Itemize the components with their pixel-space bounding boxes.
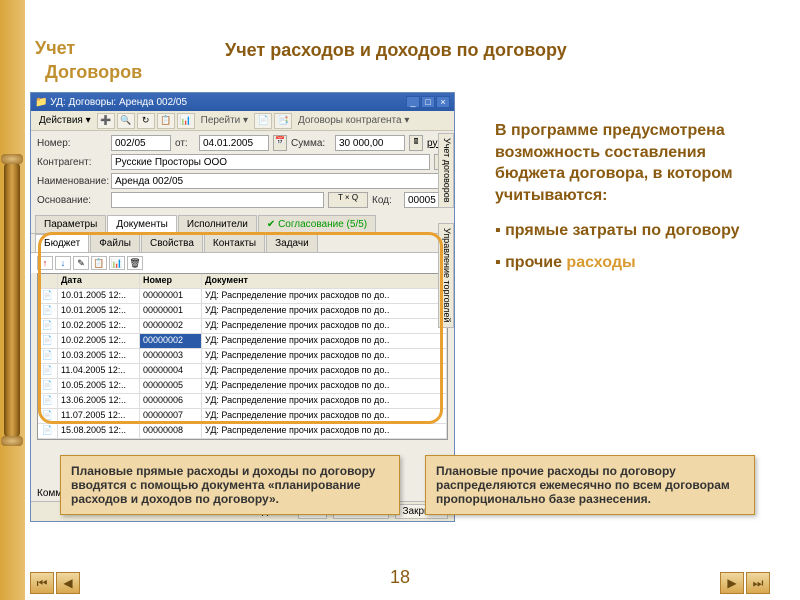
form-header: Номер: 002/05 от: 04.01.2005 📅 Сумма: 30…: [31, 131, 454, 215]
toolbar: Действия ▾ ➕ 🔍 ↻ 📋 📊 Перейти ▾ 📄 📑 Догов…: [31, 111, 454, 131]
basis-field[interactable]: [111, 192, 324, 208]
table-row[interactable]: 📄15.08.2005 12:..00000008УД: Распределен…: [38, 424, 447, 439]
nav-left: ⏮ ◀: [30, 572, 80, 594]
maximize-icon[interactable]: □: [421, 96, 435, 108]
side-title-2: Договоров: [45, 62, 142, 83]
tab-params[interactable]: Параметры: [35, 215, 106, 233]
toolbar-btn[interactable]: 📑: [274, 113, 292, 129]
tab-approval[interactable]: ✔ Согласование (5/5): [258, 215, 376, 233]
actions-menu[interactable]: Действия ▾: [35, 115, 95, 126]
callout-left: Плановые прямые расходы и доходы по дого…: [60, 455, 400, 515]
prev-slide-button[interactable]: ◀: [56, 572, 80, 594]
contractor-field[interactable]: Русские Просторы ООО: [111, 154, 430, 170]
number-field[interactable]: 002/05: [111, 135, 171, 151]
nav-right: ▶ ⏭: [720, 572, 770, 594]
goto-menu[interactable]: Перейти ▾: [197, 115, 252, 126]
name-label: Наименование:: [37, 176, 107, 187]
date-field[interactable]: 04.01.2005: [199, 135, 269, 151]
basis-label: Основание:: [37, 195, 107, 206]
toolbar-btn[interactable]: 📊: [177, 113, 195, 129]
window-title: УД: Договоры: Аренда 002/05: [50, 97, 187, 108]
side-title-1: Учет: [35, 38, 75, 59]
highlight-annotation: [38, 232, 443, 424]
toolbar-btn[interactable]: 📄: [254, 113, 272, 129]
toolbar-btn[interactable]: ➕: [97, 113, 115, 129]
code-label: Код:: [372, 195, 400, 206]
page-number: 18: [0, 567, 800, 588]
first-slide-button[interactable]: ⏮: [30, 572, 54, 594]
sum-label: Сумма:: [291, 138, 331, 149]
toolbar-btn[interactable]: ↻: [137, 113, 155, 129]
ornament-handle: [4, 160, 20, 440]
close-icon[interactable]: ×: [436, 96, 450, 108]
window-controls[interactable]: _□×: [405, 96, 450, 108]
titlebar: 📁 УД: Договоры: Аренда 002/05 _□×: [31, 93, 454, 111]
name-field[interactable]: Аренда 002/05: [111, 173, 448, 189]
contractor-label: Контрагент:: [37, 157, 107, 168]
vtab-accounting[interactable]: Учет договоров: [438, 133, 454, 208]
basis-btns[interactable]: T × Q: [328, 192, 368, 208]
next-slide-button[interactable]: ▶: [720, 572, 744, 594]
minimize-icon[interactable]: _: [406, 96, 420, 108]
toolbar-btn[interactable]: 📋: [157, 113, 175, 129]
calc-icon[interactable]: 🖩: [409, 135, 423, 151]
tab-documents[interactable]: Документы: [107, 215, 177, 233]
body-text: В программе предусмотрена возможность со…: [495, 120, 775, 284]
contractor-menu[interactable]: Договоры контрагента ▾: [294, 115, 413, 126]
last-slide-button[interactable]: ⏭: [746, 572, 770, 594]
sum-field[interactable]: 30 000,00: [335, 135, 405, 151]
toolbar-btn[interactable]: 🔍: [117, 113, 135, 129]
main-title: Учет расходов и доходов по договору: [225, 40, 567, 61]
intro-para: В программе предусмотрена возможность со…: [495, 120, 775, 206]
bullet-direct: прямые затраты по договору: [495, 220, 775, 242]
number-label: Номер:: [37, 138, 107, 149]
tab-performers[interactable]: Исполнители: [178, 215, 257, 233]
from-label: от:: [175, 138, 195, 149]
bullet-other: прочие расходы: [495, 252, 775, 274]
callout-right: Плановые прочие расходы по договору расп…: [425, 455, 755, 515]
date-picker-icon[interactable]: 📅: [273, 135, 287, 151]
